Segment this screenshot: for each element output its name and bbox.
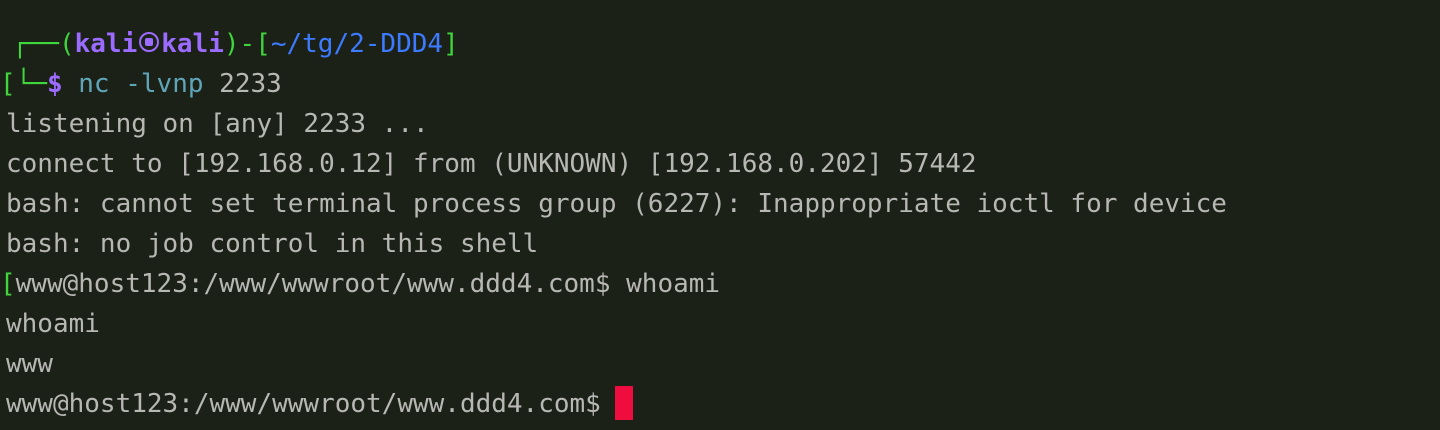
prompt-dash: - xyxy=(239,29,256,59)
output-line-listening: listening on [any] 2233 ... xyxy=(6,109,429,139)
prompt-close-bracket: ] xyxy=(443,29,459,59)
prompt-dollar: $ xyxy=(46,69,63,99)
kali-skull-icon xyxy=(139,31,160,52)
prompt-corner-top: ┌── xyxy=(12,29,59,59)
prompt-command-line: [└─$ nc -lvnp 2233 xyxy=(0,64,1440,104)
prompt-header-line: ┌──(kali kali)-[~/tg/2-DDD4] xyxy=(0,24,1440,64)
output-line-job-control: bash: no job control in this shell xyxy=(6,229,539,259)
output-line-connect: connect to [192.168.0.12] from (UNKNOWN)… xyxy=(6,149,977,179)
command-name: nc xyxy=(78,69,110,99)
remote-command: whoami xyxy=(610,269,721,299)
prompt-user: kali xyxy=(74,29,138,59)
remote-prompt: www@host123:/www/wwwroot/www.ddd4.com$ xyxy=(15,269,611,299)
prompt-close-paren: ) xyxy=(223,29,240,59)
remote-prompt-active: www@host123:/www/wwwroot/www.ddd4.com$ xyxy=(6,389,601,419)
prompt-open-bracket: [ xyxy=(255,29,271,59)
prompt-path: ~/tg/2-DDD4 xyxy=(270,29,444,59)
prompt-open-paren: ( xyxy=(58,29,75,59)
remote-prompt-line: [www@host123:/www/wwwroot/www.ddd4.com$ … xyxy=(0,264,1440,304)
left-edge-bracket-2: [ xyxy=(0,269,16,299)
command-port: 2233 xyxy=(203,69,282,99)
prompt-corner-bottom: └─ xyxy=(15,69,47,99)
left-edge-bracket: [ xyxy=(0,69,16,99)
remote-echo-line: whoami xyxy=(6,309,100,339)
remote-result-line: www xyxy=(6,349,53,379)
terminal-cursor[interactable] xyxy=(614,385,633,420)
remote-prompt-active-line[interactable]: www@host123:/www/wwwroot/www.ddd4.com$ xyxy=(0,384,1440,424)
command-args: -lvnp xyxy=(109,69,204,99)
terminal-window[interactable]: ┌──(kali kali)-[~/tg/2-DDD4] [└─$ nc -lvn… xyxy=(0,0,1440,430)
prompt-host: kali xyxy=(161,29,224,59)
output-line-bash-warning: bash: cannot set terminal process group … xyxy=(6,189,1227,219)
